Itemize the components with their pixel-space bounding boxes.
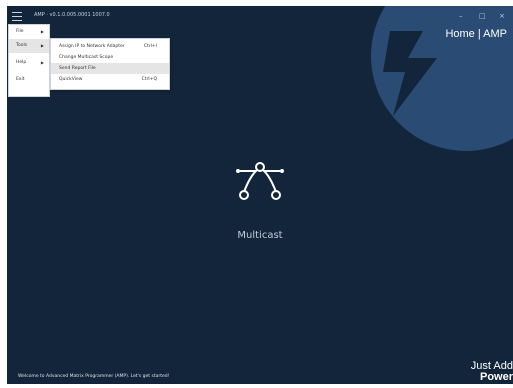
tools-submenu: Assign IP to Network Adapter Ctrl+I Chan… [50,38,170,90]
home-link[interactable]: Home | AMP [445,28,507,40]
submenu-item-shortcut: Ctrl+Q [141,77,157,82]
submenu-item-shortcut: Ctrl+I [143,44,157,49]
chevron-right-icon: ▶ [40,43,44,48]
menu-item-file[interactable]: File ▶ [9,25,49,39]
brand-line2: Power [479,371,513,383]
submenu-item-label: Assign IP to Network Adapter [59,44,125,49]
submenu-item-send-report-file[interactable]: Send Report File [51,63,169,74]
menu-item-label: Help [16,60,27,65]
menu-item-exit[interactable]: Exit [9,73,49,87]
app-title: AMP · v0.1.0.005.0001 1007.0 [34,12,110,18]
menu-item-label: File [16,29,24,34]
submenu-item-label: QuickView [59,77,83,82]
status-message: Welcome to Advanced Matrix Programmer (A… [18,374,170,379]
hamburger-menu-icon[interactable] [12,12,22,21]
maximize-button[interactable]: □ [479,12,486,20]
submenu-item-assign-ip[interactable]: Assign IP to Network Adapter Ctrl+I [51,41,169,52]
main-menu: File ▶ Tools ▶ Help ▶ Exit [8,24,50,97]
brand-logo: Just Add Power [471,361,513,383]
menu-item-tools[interactable]: Tools ▶ [9,39,49,53]
menu-item-label: Exit [16,77,25,82]
title-bar: AMP · v0.1.0.005.0001 1007.0 – □ × [7,6,513,28]
chevron-right-icon: ▶ [40,29,44,34]
submenu-item-label: Change Multicast Scope [59,55,114,60]
close-button[interactable]: × [499,12,505,20]
submenu-item-change-multicast-scope[interactable]: Change Multicast Scope [51,52,169,63]
multicast-label: Multicast [237,230,283,241]
submenu-item-quickview[interactable]: QuickView Ctrl+Q [51,74,169,85]
menu-item-help[interactable]: Help ▶ [9,56,49,70]
minimize-button[interactable]: – [459,12,463,20]
multicast-icon[interactable] [232,158,288,206]
chevron-right-icon: ▶ [40,60,44,65]
submenu-item-label: Send Report File [59,66,96,71]
menu-item-label: Tools [16,43,28,48]
